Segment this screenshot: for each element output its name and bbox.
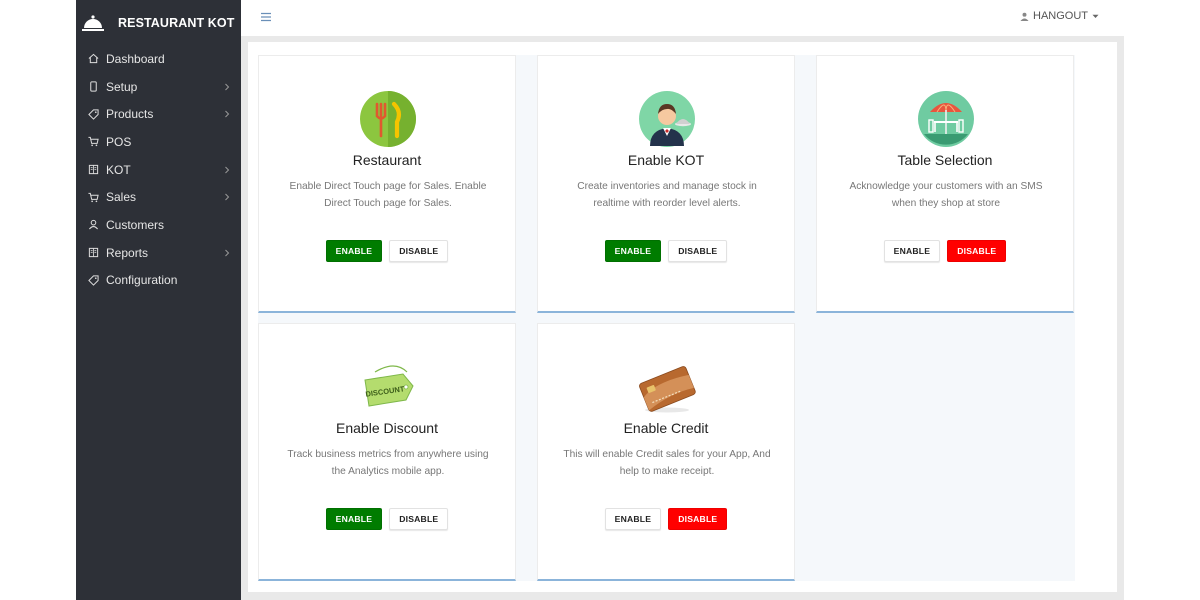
sidebar-item-label: KOT <box>106 162 131 177</box>
user-name: HANGOUT <box>1033 10 1088 22</box>
sidebar-item-configuration[interactable]: Configuration <box>76 267 241 295</box>
sidebar-item-label: Reports <box>106 245 149 260</box>
table-umbrella-icon <box>918 91 974 147</box>
enable-button[interactable]: ENABLE <box>325 508 383 530</box>
card-actions: ENABLE DISABLE <box>259 508 515 530</box>
chevron-right-icon <box>225 249 230 257</box>
brand[interactable]: RESTAURANT KOT <box>76 0 241 45</box>
card-title: Enable Discount <box>336 420 438 436</box>
chevron-right-icon <box>225 166 230 173</box>
sidebar-item-label: Dashboard <box>106 51 165 66</box>
app-shell: RESTAURANT KOT Dashboard Setup Products … <box>76 0 1124 600</box>
brand-title: RESTAURANT KOT <box>118 15 235 30</box>
sidebar-item-label: Setup <box>106 79 138 94</box>
disable-button[interactable]: DISABLE <box>389 240 449 262</box>
home-icon <box>88 54 99 64</box>
card-actions: ENABLE DISABLE <box>538 240 794 262</box>
discount-tag-icon: DISCOUNT <box>364 365 414 407</box>
sidebar-item-pos[interactable]: POS <box>76 128 241 156</box>
enable-button[interactable]: ENABLE <box>604 508 662 530</box>
card-title: Enable KOT <box>627 152 705 168</box>
card-description: Enable Direct Touch page for Sales. Enab… <box>289 181 487 209</box>
enable-button[interactable]: ENABLE <box>604 240 662 262</box>
sidebar-item-setup[interactable]: Setup <box>76 73 241 101</box>
sidebar-item-kot[interactable]: KOT <box>76 156 241 184</box>
card-description: Track business metrics from anywhere usi… <box>287 449 489 477</box>
sidebar-item-sales[interactable]: Sales <box>76 183 241 211</box>
sidebar-item-products[interactable]: Products <box>76 100 241 128</box>
tag-icon <box>88 275 99 286</box>
feature-cards-area: Restaurant Enable Direct Touch page for … <box>258 55 1075 581</box>
card-description: Create inventories and manage stock in r… <box>577 181 757 209</box>
sidebar-item-dashboard[interactable]: Dashboard <box>76 45 241 73</box>
book-icon <box>88 248 99 258</box>
sidebar-item-customers[interactable]: Customers <box>76 211 241 239</box>
sidebar-item-label: Customers <box>106 217 165 232</box>
enable-button[interactable]: ENABLE <box>883 240 941 262</box>
feature-card-table-selection: Table Selection Acknowledge your custome… <box>816 55 1074 313</box>
phone-icon <box>90 81 97 92</box>
main-content: Restaurant Enable Direct Touch page for … <box>248 42 1117 592</box>
feature-card-enable-discount: DISCOUNT Enable Discount Track business … <box>258 323 516 581</box>
cloche-icon <box>82 14 104 31</box>
enable-button[interactable]: ENABLE <box>325 240 383 262</box>
feature-card-restaurant: Restaurant Enable Direct Touch page for … <box>258 55 516 313</box>
card-title: Enable Credit <box>623 420 709 436</box>
top-bar: HANGOUT <box>241 0 1124 36</box>
hamburger-menu-icon[interactable] <box>260 11 272 23</box>
disable-button[interactable]: DISABLE <box>668 240 728 262</box>
feature-card-enable-credit: Enable Credit This will enable Credit sa… <box>537 323 795 581</box>
waiter-icon <box>639 91 695 147</box>
card-title: Restaurant <box>352 152 422 168</box>
chevron-right-icon <box>225 193 230 201</box>
sidebar-item-label: POS <box>106 134 132 149</box>
card-title: Table Selection <box>897 152 993 168</box>
card-actions: ENABLE DISABLE <box>259 240 515 262</box>
chevron-right-icon <box>225 83 230 90</box>
disable-button[interactable]: DISABLE <box>668 508 728 530</box>
cart-icon <box>88 137 99 147</box>
caret-down-icon <box>1092 14 1099 18</box>
disable-button[interactable]: DISABLE <box>389 508 449 530</box>
card-actions: ENABLE DISABLE <box>817 240 1073 262</box>
book-icon <box>88 164 99 175</box>
sidebar-item-label: Products <box>106 107 154 122</box>
sidebar-item-label: Configuration <box>106 273 178 288</box>
sidebar-item-reports[interactable]: Reports <box>76 239 241 267</box>
sidebar-menu: Dashboard Setup Products POS KOT Sales C… <box>76 45 241 294</box>
chevron-right-icon <box>225 110 230 118</box>
sidebar: RESTAURANT KOT Dashboard Setup Products … <box>76 0 241 600</box>
credit-card-icon <box>639 366 696 413</box>
user-icon <box>88 220 99 230</box>
card-description: This will enable Credit sales for your A… <box>563 449 771 477</box>
card-actions: ENABLE DISABLE <box>538 508 794 530</box>
disable-button[interactable]: DISABLE <box>947 240 1007 262</box>
tag-icon <box>88 109 99 120</box>
user-menu[interactable]: HANGOUT <box>1020 10 1099 22</box>
feature-card-enable-kot: Enable KOT Create inventories and manage… <box>537 55 795 313</box>
sidebar-item-label: Sales <box>106 190 137 205</box>
cart-icon <box>88 192 99 202</box>
cutlery-icon <box>360 91 416 147</box>
card-description: Acknowledge your customers with an SMS w… <box>849 181 1043 209</box>
user-icon <box>1020 12 1029 21</box>
